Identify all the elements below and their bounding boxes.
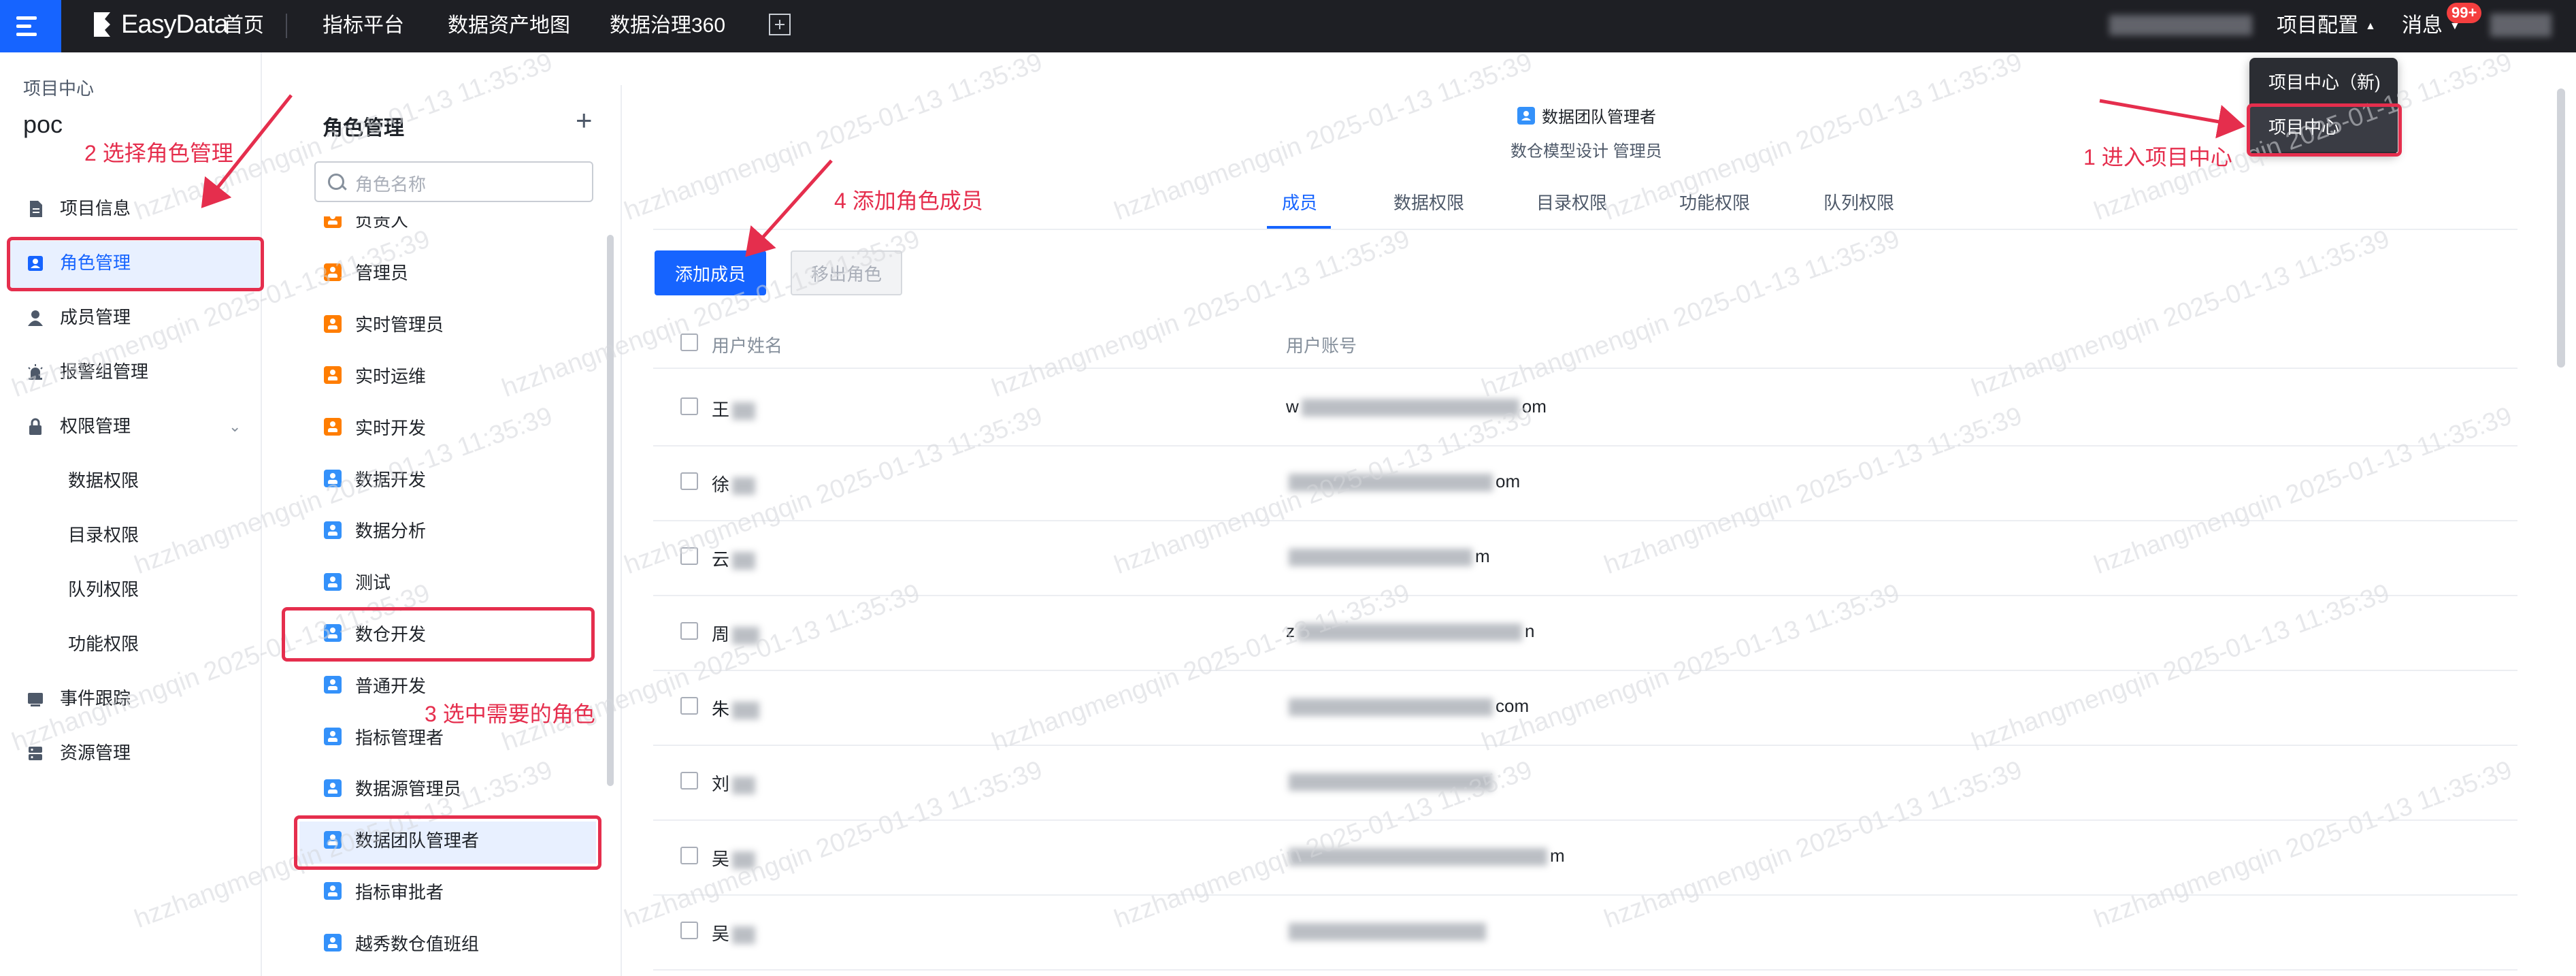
arrow-step1 (2099, 99, 2245, 139)
annotation-arrows (201, 94, 2245, 257)
arrow-step2 (201, 94, 293, 208)
arrow-step4 (745, 159, 833, 257)
